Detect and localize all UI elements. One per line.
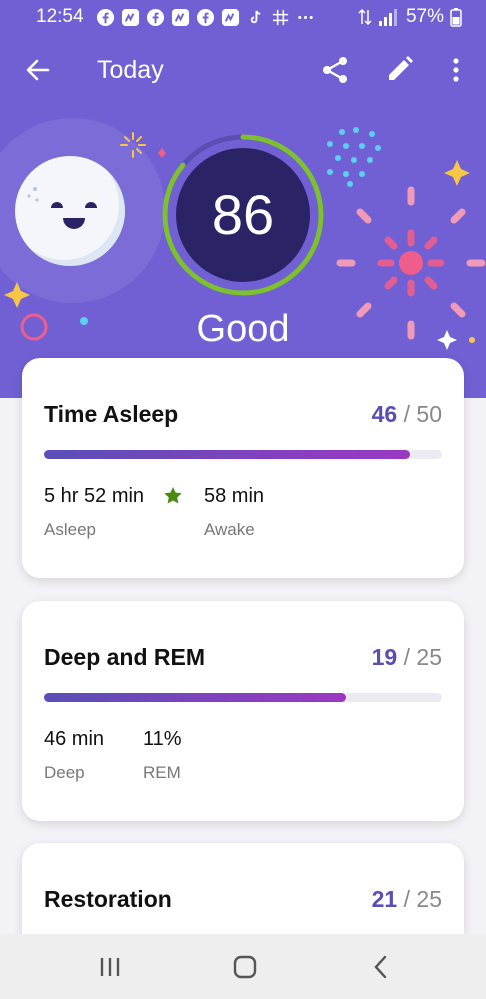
stat-deep: 46 min Deep bbox=[44, 728, 104, 783]
progress-fill bbox=[44, 693, 347, 702]
signal-icon bbox=[378, 9, 397, 26]
stat-label: Awake bbox=[204, 520, 255, 539]
facebook-icon bbox=[196, 8, 215, 26]
more-dots-icon bbox=[298, 15, 313, 19]
arrow-left-icon[interactable] bbox=[24, 56, 52, 84]
progress-fill bbox=[44, 450, 411, 459]
card-score: 21 / 25 bbox=[372, 886, 442, 913]
card-score-value: 46 bbox=[371, 401, 398, 427]
home-icon[interactable] bbox=[231, 954, 259, 980]
stat-label: Asleep bbox=[44, 520, 96, 539]
recent-apps-icon[interactable] bbox=[96, 954, 124, 980]
nextdoor-icon bbox=[171, 8, 190, 26]
card-title: Deep and REM bbox=[44, 644, 206, 670]
sleep-score-header: 12:54 57% Today 86 Good bbox=[0, 0, 486, 398]
stat-value: 46 min bbox=[44, 728, 105, 750]
system-status: 57% bbox=[358, 6, 462, 28]
battery-percent: 57% bbox=[405, 6, 444, 27]
card-title: Time Asleep bbox=[44, 401, 179, 427]
star-icon bbox=[164, 487, 182, 504]
card-score-max: / 25 bbox=[403, 644, 442, 670]
top-app-bar: Today bbox=[0, 44, 486, 98]
share-icon[interactable] bbox=[319, 54, 351, 86]
card-title: Restoration bbox=[44, 886, 172, 912]
sleep-score-label: Good bbox=[196, 308, 290, 350]
system-navigation-bar bbox=[0, 934, 486, 999]
progress-track bbox=[44, 693, 442, 702]
nextdoor-icon bbox=[221, 8, 240, 26]
card-score-max: / 25 bbox=[403, 886, 442, 912]
back-nav-icon[interactable] bbox=[367, 954, 395, 980]
time-asleep-card[interactable]: Time Asleep 46 / 50 5 hr 52 min Asleep 5… bbox=[22, 358, 464, 578]
stat-value: 11% bbox=[143, 728, 182, 750]
deep-rem-card[interactable]: Deep and REM 19 / 25 46 min Deep 11% REM bbox=[22, 601, 464, 821]
card-score: 19 / 25 bbox=[372, 644, 442, 671]
stat-label: Deep bbox=[44, 763, 85, 782]
card-score-value: 19 bbox=[371, 644, 398, 670]
facebook-icon bbox=[146, 8, 165, 26]
nextdoor-icon bbox=[121, 8, 140, 26]
card-score-max: / 50 bbox=[403, 401, 442, 427]
progress-track bbox=[44, 450, 442, 459]
data-arrows-icon bbox=[358, 8, 372, 26]
tiktok-icon bbox=[250, 10, 261, 23]
status-time: 12:54 bbox=[36, 6, 84, 27]
stat-asleep: 5 hr 52 min Asleep bbox=[44, 485, 144, 540]
more-vert-icon[interactable] bbox=[444, 56, 468, 84]
stat-awake: 58 min Awake bbox=[204, 485, 264, 540]
facebook-icon bbox=[96, 8, 115, 26]
status-bar: 12:54 57% bbox=[0, 0, 486, 34]
card-score-value: 21 bbox=[371, 886, 398, 912]
stat-value: 58 min bbox=[204, 485, 265, 507]
grid-icon bbox=[272, 9, 289, 25]
stat-label: REM bbox=[143, 763, 181, 782]
stat-rem: 11% REM bbox=[143, 728, 182, 783]
battery-icon bbox=[450, 8, 462, 27]
pencil-icon[interactable] bbox=[385, 54, 415, 84]
card-score: 46 / 50 bbox=[372, 401, 442, 428]
stat-value: 5 hr 52 min bbox=[44, 485, 145, 507]
sleep-score-value: 86 bbox=[211, 183, 275, 246]
notification-icons bbox=[96, 7, 315, 27]
page-title: Today bbox=[97, 56, 164, 84]
